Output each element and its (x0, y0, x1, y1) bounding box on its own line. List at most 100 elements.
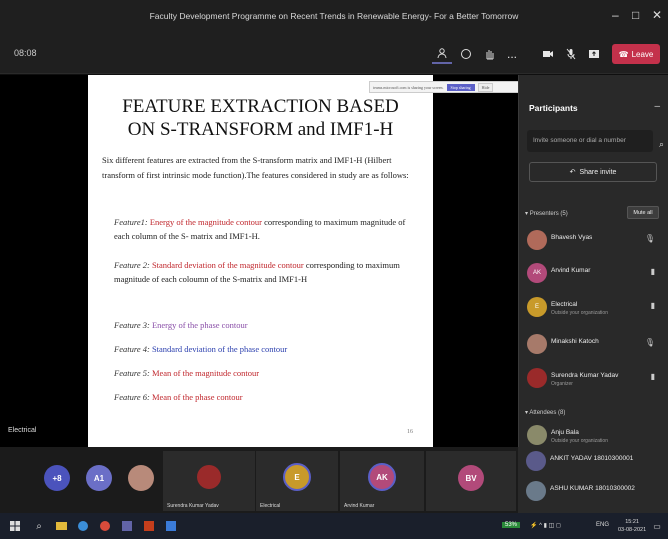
avatar: E (527, 297, 547, 317)
participants-panel: Participants – Invite someone or dial a … (518, 75, 668, 447)
teams-icon[interactable] (120, 519, 134, 533)
close-icon[interactable]: ✕ (652, 8, 662, 22)
mute-all-button[interactable]: Mute all (627, 206, 659, 219)
share-banner-text: teams.microsoft.com is sharing your scre… (373, 84, 444, 90)
tray-icons[interactable]: ⚡ ^ ▮ ◫ ◻ (530, 522, 561, 529)
share-screen-icon[interactable] (584, 44, 604, 64)
avatar[interactable]: A1 (86, 465, 112, 491)
participant-item[interactable]: Surendra Kumar Yadav Organizer ▮ (527, 368, 667, 392)
participant-subtitle: Outside your organization (551, 310, 608, 316)
battery-indicator[interactable]: 53% (502, 522, 521, 528)
mic-icon: ▮ (650, 267, 655, 276)
feature-highlight: Standard deviation of the magnitude cont… (151, 260, 304, 270)
video-tile[interactable]: Surendra Kumar Yadav (163, 451, 255, 511)
feature-label: Feature 3: (114, 320, 150, 330)
raise-hand-icon[interactable] (479, 44, 499, 64)
browser-icon[interactable] (76, 519, 90, 533)
language-indicator[interactable]: ENG (596, 522, 609, 528)
tile-name: Arvind Kumar (344, 503, 375, 509)
hide-button[interactable]: Hide (477, 82, 494, 92)
file-explorer-icon[interactable] (54, 519, 68, 533)
overflow-avatar[interactable]: +8 (44, 465, 70, 491)
feature-item: Feature 5: Mean of the magnitude contour (114, 366, 421, 380)
participant-item[interactable]: Bhavesh Vyas 🎙 (527, 230, 667, 254)
maximize-icon[interactable]: □ (632, 8, 639, 22)
windows-start-icon[interactable] (8, 519, 22, 533)
mic-muted-icon: 🎙 (644, 338, 655, 347)
participant-item[interactable]: E Electrical Outside your organization ▮ (527, 297, 667, 321)
mic-icon: ▮ (650, 372, 655, 381)
chat-icon[interactable] (456, 44, 476, 64)
feature-label: Feature 5: (114, 368, 150, 378)
minimize-icon[interactable]: – (612, 8, 619, 22)
app-icon[interactable] (98, 519, 112, 533)
clock-time: 15:21 (625, 519, 639, 525)
participant-item[interactable]: Minakshi Katoch 🎙 (527, 334, 667, 358)
teams-meeting-window: Faculty Development Programme on Recent … (0, 0, 668, 539)
feature-highlight: Energy of the magnitude contour (149, 217, 263, 227)
video-tile[interactable]: AK Arvind Kumar (340, 451, 424, 511)
system-clock[interactable]: 15:21 03-08-2021 (618, 518, 646, 534)
share-invite-button[interactable]: ↶ Share invite (529, 162, 657, 182)
invite-search-input[interactable]: Invite someone or dial a number (527, 130, 653, 152)
presenters-header[interactable]: ▾ Presenters (5) (525, 210, 568, 217)
feature-label: Feature1: (114, 217, 148, 227)
feature-highlight: Mean of the phase contour (151, 392, 243, 402)
attendees-header[interactable]: ▾ Attendees (8) (525, 409, 565, 416)
tile-name: Electrical (260, 503, 281, 509)
participants-icon[interactable] (432, 44, 452, 64)
participant-name: Surendra Kumar Yadav (551, 372, 619, 379)
avatar[interactable] (128, 465, 154, 491)
presentation-slide: teams.microsoft.com is sharing your scre… (88, 75, 575, 447)
avatar (527, 368, 547, 388)
stop-sharing-button[interactable]: Stop sharing (446, 83, 475, 91)
feature-item: Feature 2: Standard deviation of the mag… (114, 258, 421, 286)
participant-item[interactable]: ANKIT YADAV 18010300001 (526, 451, 666, 475)
feature-item: Feature 3: Energy of the phase contour (114, 318, 421, 332)
panel-title: Participants (529, 103, 578, 113)
tile-name: Surendra Kumar Yadav (167, 503, 219, 509)
title-bar: Faculty Development Programme on Recent … (0, 0, 668, 34)
microphone-icon[interactable] (561, 44, 581, 64)
feature-label: Feature 4: (114, 344, 150, 354)
participant-name: Bhavesh Vyas (551, 234, 593, 241)
mic-muted-icon: 🎙 (644, 234, 655, 243)
search-icon[interactable]: ⌕ (32, 519, 46, 533)
leave-button[interactable]: ☎ Leave (612, 44, 660, 64)
phone-icon: ☎ (618, 49, 629, 59)
participant-item[interactable]: ASHU KUMAR 18010300002 (526, 481, 666, 505)
attendees-header-label: Attendees (8) (529, 410, 566, 416)
slide-intro: Six different features are extracted fro… (102, 155, 409, 180)
app-icon[interactable] (164, 519, 178, 533)
clock-date: 03-08-2021 (618, 527, 647, 533)
avatar (527, 334, 547, 354)
feature-label: Feature 6: (114, 392, 150, 402)
avatar (527, 425, 547, 445)
participant-item[interactable]: Anju Bala Outside your organization (527, 425, 667, 447)
participant-subtitle: Outside your organization (551, 438, 608, 444)
search-icon[interactable]: ⌕ (659, 139, 664, 150)
avatar: AK (368, 463, 396, 491)
window-title: Faculty Development Programme on Recent … (149, 11, 519, 21)
more-actions-icon[interactable]: ... (502, 44, 522, 64)
meeting-timer: 08:08 (14, 48, 37, 58)
participant-item[interactable]: AK Arvind Kumar ▮ (527, 263, 667, 287)
leave-label: Leave (631, 49, 654, 59)
notifications-icon[interactable]: ▭ (650, 519, 664, 533)
powerpoint-icon[interactable] (142, 519, 156, 533)
share-icon: ↶ (569, 169, 576, 176)
meeting-toolbar: 08:08 ... ☎ Leave (0, 34, 668, 74)
feature-highlight: Mean of the magnitude contour (151, 368, 260, 378)
video-tile[interactable]: BV (426, 451, 516, 511)
video-tile[interactable]: E Electrical (256, 451, 338, 511)
slide-title: FEATURE EXTRACTION BASED ON S-TRANSFORM … (122, 96, 399, 140)
participant-name: Minakshi Katoch (551, 338, 599, 345)
mic-icon: ▮ (650, 301, 655, 310)
close-panel-icon[interactable]: – (654, 101, 660, 112)
avatar: E (283, 463, 311, 491)
avatar: BV (458, 465, 484, 491)
avatar (526, 481, 546, 501)
camera-icon[interactable] (538, 44, 558, 64)
participant-name: Anju Bala (551, 429, 579, 436)
feature-item: Feature 4: Standard deviation of the pha… (114, 342, 421, 356)
